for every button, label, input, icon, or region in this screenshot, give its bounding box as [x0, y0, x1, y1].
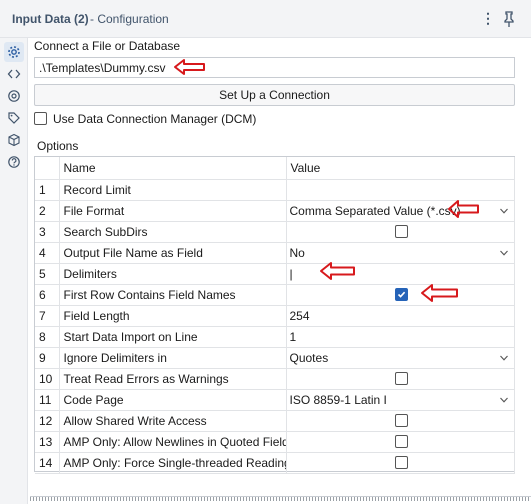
check-icon: [397, 291, 406, 298]
name-column-header: Name: [59, 157, 287, 180]
option-name: Treat Read Errors as Warnings: [59, 368, 287, 390]
dcm-checkbox[interactable]: [34, 112, 47, 125]
row-number: 7: [35, 305, 60, 327]
chevron-down-icon: [499, 355, 508, 361]
option-row: 12 Allow Shared Write Access: [35, 410, 515, 432]
option-name: AMP Only: Allow Newlines in Quoted Field…: [59, 431, 287, 453]
option-name: First Row Contains Field Names: [59, 284, 287, 306]
options-label: Options: [37, 139, 79, 153]
chevron-down-icon: [499, 208, 508, 214]
row-number: 13: [35, 431, 60, 453]
option-text-value[interactable]: [286, 179, 515, 201]
value-column-header: Value: [286, 157, 515, 180]
option-value-cell: [286, 410, 515, 432]
row-number: 4: [35, 242, 60, 264]
option-row: 9 Ignore Delimiters in Quotes: [35, 347, 515, 369]
option-dropdown-value: Quotes: [289, 350, 329, 365]
option-value-cell: [286, 452, 515, 474]
option-value-cell: [286, 431, 515, 453]
dcm-label: Use Data Connection Manager (DCM): [53, 112, 257, 126]
option-dropdown-value: Comma Separated Value (*.csv): [289, 203, 461, 218]
option-dropdown[interactable]: No: [286, 242, 515, 264]
options-grid: Name Value 1 Record Limit 2 File Format Comm…: [34, 156, 515, 474]
option-text-value[interactable]: 1: [286, 326, 515, 348]
code-icon[interactable]: [4, 64, 24, 84]
annotation-arrow-icon: [448, 200, 479, 218]
panel-header: Input Data (2) - Configuration ⋮: [0, 0, 531, 38]
option-name: Record Limit: [59, 179, 287, 201]
resize-splitter[interactable]: [30, 496, 531, 501]
option-checkbox[interactable]: [395, 435, 408, 448]
option-checkbox[interactable]: [395, 372, 408, 385]
settings-circle-icon[interactable]: [4, 86, 24, 106]
option-row: 14 AMP Only: Force Single-threaded Readin…: [35, 452, 515, 474]
panel-title: Input Data (2): [12, 12, 89, 26]
row-number: 1: [35, 179, 60, 201]
option-dropdown-value: ISO 8859-1 Latin I: [289, 392, 387, 407]
option-name: File Format: [59, 200, 287, 222]
option-checkbox[interactable]: [395, 225, 408, 238]
row-number: 10: [35, 368, 60, 390]
option-text-value[interactable]: 254: [286, 305, 515, 327]
panel-subtitle: - Configuration: [90, 12, 169, 26]
row-number: 2: [35, 200, 60, 222]
option-value-cell: [286, 284, 515, 306]
option-row: 3 Search SubDirs: [35, 221, 515, 243]
annotation-arrow-icon: [174, 59, 205, 75]
option-name: AMP Only: Force Single-threaded Reading: [59, 452, 287, 474]
row-number: 6: [35, 284, 60, 306]
setup-connection-button[interactable]: Set Up a Connection: [34, 84, 515, 106]
option-row: 5 Delimiters |: [35, 263, 515, 285]
option-row: 13 AMP Only: Allow Newlines in Quoted Fie…: [35, 431, 515, 453]
row-number: 14: [35, 452, 60, 474]
option-value-cell: [286, 221, 515, 243]
option-name: Search SubDirs: [59, 221, 287, 243]
pin-icon[interactable]: [501, 10, 517, 28]
more-options-icon[interactable]: ⋮: [481, 10, 495, 28]
option-name: Code Page: [59, 389, 287, 411]
option-row: 2 File Format Comma Separated Value (*.csv…: [35, 200, 515, 222]
option-dropdown[interactable]: ISO 8859-1 Latin I: [286, 389, 515, 411]
file-path-input[interactable]: [34, 57, 515, 78]
cube-icon[interactable]: [4, 130, 24, 150]
annotation-arrow-icon: [320, 262, 355, 280]
left-tool-rail: [0, 38, 28, 504]
option-name: Field Length: [59, 305, 287, 327]
option-dropdown-value: No: [289, 245, 305, 260]
option-checkbox[interactable]: [395, 456, 408, 469]
option-checkbox[interactable]: [395, 414, 408, 427]
row-number-header: [35, 157, 60, 180]
option-row: 8 Start Data Import on Line 1: [35, 326, 515, 348]
option-row: 4 Output File Name as Field No: [35, 242, 515, 264]
option-row: 7 Field Length 254: [35, 305, 515, 327]
option-dropdown[interactable]: Quotes: [286, 347, 515, 369]
row-number: 11: [35, 389, 60, 411]
row-number: 9: [35, 347, 60, 369]
option-checkbox[interactable]: [395, 288, 408, 301]
option-name: Delimiters: [59, 263, 287, 285]
option-name: Allow Shared Write Access: [59, 410, 287, 432]
option-value-cell: [286, 368, 515, 390]
option-row: 11 Code Page ISO 8859-1 Latin I: [35, 389, 515, 411]
row-number: 12: [35, 410, 60, 432]
chevron-down-icon: [499, 250, 508, 256]
option-name: Output File Name as Field: [59, 242, 287, 264]
option-row: 1 Record Limit: [35, 179, 515, 201]
option-name: Ignore Delimiters in: [59, 347, 287, 369]
gear-icon[interactable]: [4, 42, 24, 62]
row-number: 8: [35, 326, 60, 348]
annotation-arrow-icon: [421, 284, 458, 302]
chevron-down-icon: [499, 397, 508, 403]
help-icon[interactable]: [4, 152, 24, 172]
option-row: 10 Treat Read Errors as Warnings: [35, 368, 515, 390]
row-number: 5: [35, 263, 60, 285]
row-number: 3: [35, 221, 60, 243]
option-name: Start Data Import on Line: [59, 326, 287, 348]
connect-label: Connect a File or Database: [34, 39, 181, 53]
tag-icon[interactable]: [4, 108, 24, 128]
